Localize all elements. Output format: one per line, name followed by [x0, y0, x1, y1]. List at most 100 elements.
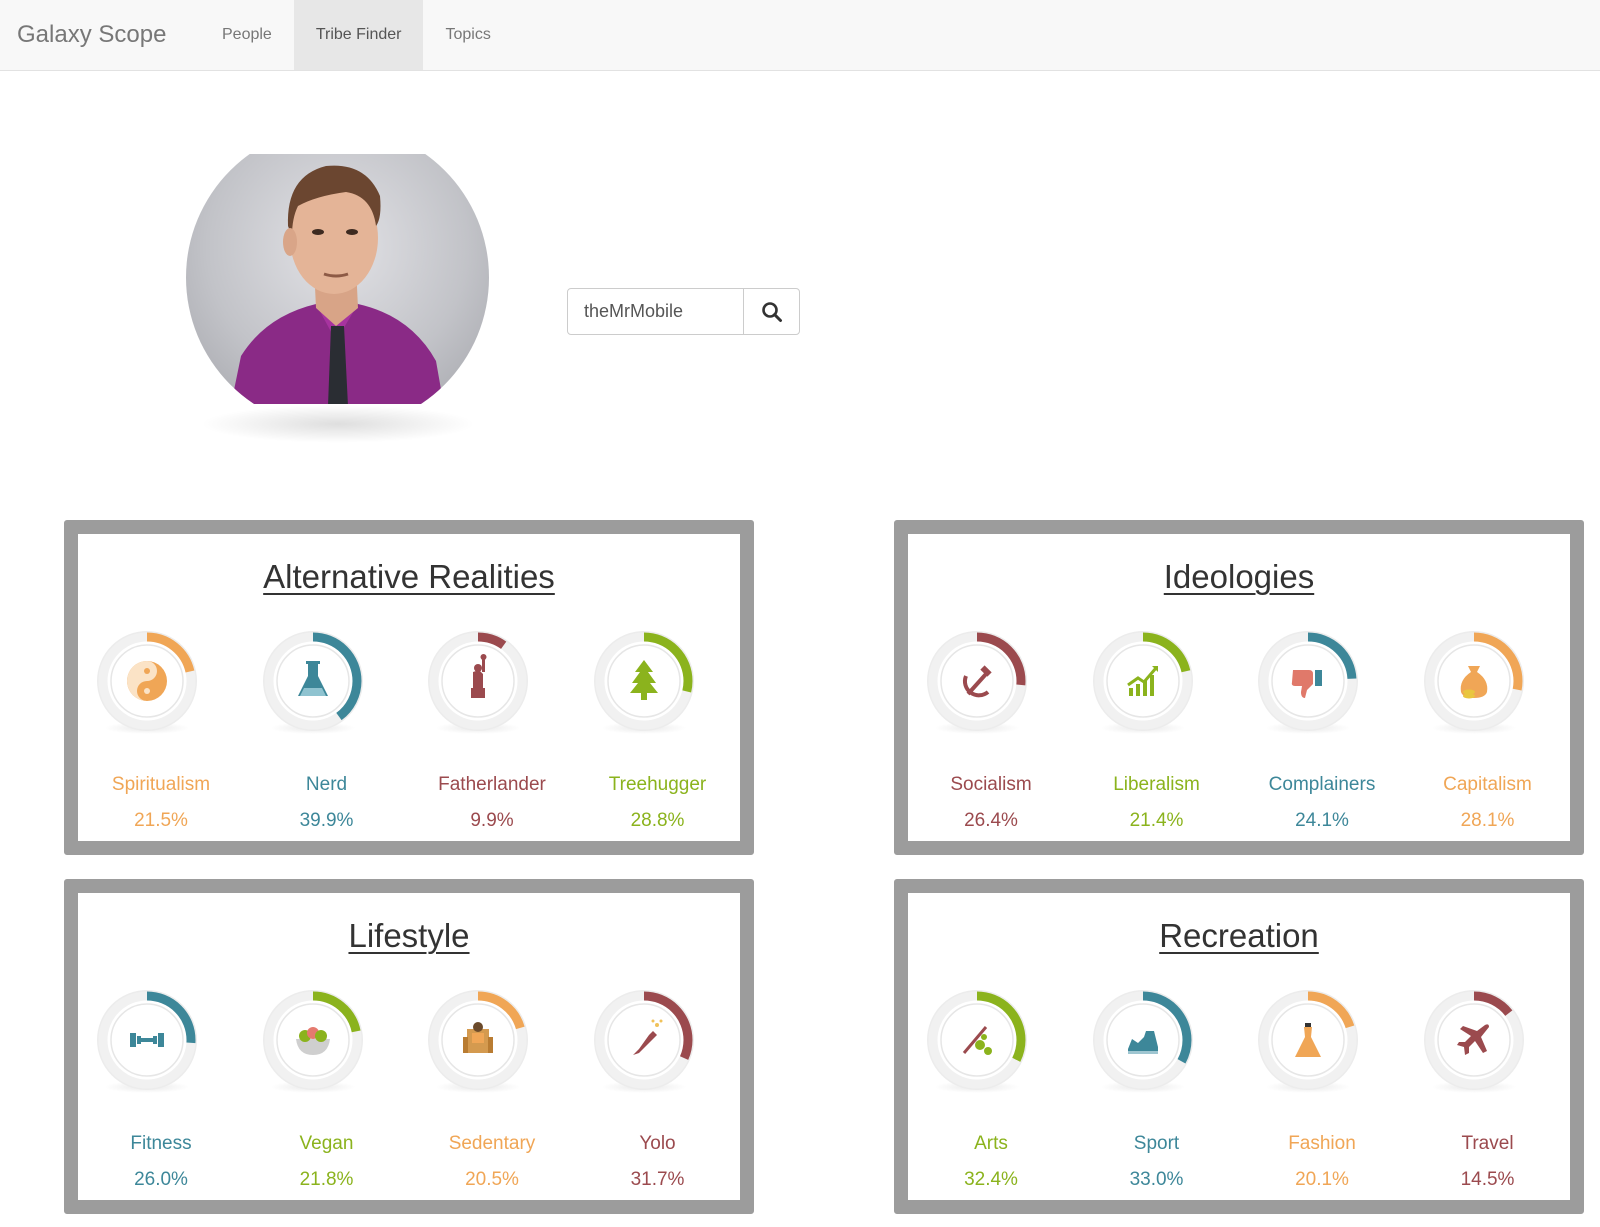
tribe-ring [1257, 989, 1359, 1093]
percent-ring [1258, 990, 1358, 1090]
panel-title: Lifestyle [348, 917, 470, 954]
tribe-name: Liberalism [1113, 774, 1200, 795]
tribe-percent: 20.5% [465, 1169, 519, 1190]
panel-ideologies: Ideologies Socialism 26.4% Liberalism 21… [894, 520, 1584, 855]
tribe-ring [593, 630, 695, 734]
ring-inner [940, 1003, 1014, 1077]
tribe-name: Fitness [130, 1133, 192, 1154]
nav-item-people[interactable]: People [200, 0, 294, 70]
tribe-percent: 31.7% [630, 1169, 685, 1190]
tribe-fitness[interactable]: Fitness 26.0% [78, 989, 244, 1190]
panel-recreation: Recreation Arts 32.4% Sport 33.0% Fashio… [894, 879, 1584, 1214]
profile-photo-illustration [231, 165, 444, 404]
top-navbar: Galaxy Scope People Tribe Finder Topics [0, 0, 1600, 71]
percent-ring [1092, 990, 1193, 1090]
tribe-ring [593, 989, 695, 1093]
percent-ring [97, 631, 197, 731]
tribe-liberalism[interactable]: Liberalism 21.4% [1074, 630, 1240, 831]
tribe-fatherlander[interactable]: Fatherlander 9.9% [409, 630, 575, 831]
tribe-name: Socialism [950, 774, 1032, 795]
percent-ring [428, 631, 528, 731]
profile-avatar [186, 154, 489, 404]
tribe-sedentary[interactable]: Sedentary 20.5% [409, 989, 575, 1190]
tribe-name: Treehugger [608, 774, 707, 795]
tribe-capitalism[interactable]: Capitalism 28.1% [1405, 630, 1571, 831]
tribe-name: Fashion [1288, 1133, 1356, 1154]
nav-item-tribe-finder[interactable]: Tribe Finder [293, 0, 424, 70]
tribe-ring [926, 989, 1028, 1093]
panel-title: Ideologies [1163, 558, 1315, 595]
tribe-name: Arts [974, 1133, 1008, 1154]
tribe-yolo[interactable]: Yolo 31.7% [575, 989, 741, 1190]
tribe-fashion[interactable]: Fashion 20.1% [1239, 989, 1405, 1190]
tribe-list: Socialism 26.4% Liberalism 21.4% Complai… [908, 630, 1571, 831]
ring-inner [606, 1003, 681, 1077]
tribe-name: Capitalism [1443, 774, 1532, 795]
percent-ring [1423, 631, 1524, 731]
percent-ring [593, 631, 694, 731]
tribe-percent: 24.1% [1295, 810, 1349, 831]
tribe-percent: 21.4% [1129, 810, 1184, 831]
tribe-name: Spiritualism [111, 774, 211, 795]
tribe-name: Sedentary [448, 1133, 536, 1154]
tribe-ring [1092, 630, 1194, 734]
tribe-ring [262, 989, 364, 1093]
nav-item-topics[interactable]: Topics [423, 0, 512, 70]
tribe-percent: 26.4% [964, 810, 1018, 831]
tribe-percent: 21.5% [134, 810, 188, 831]
percent-ring [262, 631, 363, 731]
percent-ring [97, 990, 197, 1090]
tribe-arts[interactable]: Arts 32.4% [908, 989, 1074, 1190]
panel-title: Alternative Realities [263, 558, 555, 595]
search-bar [567, 288, 800, 335]
tribe-list: Fitness 26.0% Vegan 21.8% Sedentary 20.5… [78, 989, 741, 1190]
tribe-treehugger[interactable]: Treehugger 28.8% [575, 630, 741, 831]
tribe-list: Arts 32.4% Sport 33.0% Fashion 20.1% Tra… [908, 989, 1571, 1190]
panel-lifestyle: Lifestyle Fitness 26.0% Vegan 21.8% Sede… [64, 879, 754, 1214]
tribe-percent: 9.9% [470, 810, 514, 831]
tribe-name: Vegan [299, 1133, 354, 1154]
tribe-name: Travel [1461, 1133, 1514, 1154]
tribe-spiritualism[interactable]: Spiritualism 21.5% [78, 630, 244, 831]
tribe-ring [926, 630, 1028, 734]
search-icon [761, 301, 782, 322]
ring-inner [940, 644, 1014, 718]
tribe-vegan[interactable]: Vegan 21.8% [244, 989, 410, 1190]
tribe-socialism[interactable]: Socialism 26.4% [908, 630, 1074, 831]
tribe-ring [1257, 630, 1359, 734]
percent-ring [1423, 990, 1524, 1090]
tribe-percent: 14.5% [1460, 1169, 1515, 1190]
panel-title: Recreation [1159, 917, 1319, 954]
percent-ring [262, 990, 363, 1090]
tribe-nerd[interactable]: Nerd 39.9% [244, 630, 410, 831]
tribe-ring [262, 630, 364, 734]
tribe-name: Nerd [305, 774, 348, 795]
tribe-percent: 26.0% [134, 1169, 188, 1190]
tribe-travel[interactable]: Travel 14.5% [1405, 989, 1571, 1190]
search-input[interactable] [568, 289, 744, 334]
tribe-percent: 32.4% [964, 1169, 1018, 1190]
search-button[interactable] [744, 289, 799, 334]
tribe-ring [1423, 630, 1525, 734]
tribe-percent: 28.1% [1460, 810, 1515, 831]
percent-ring [593, 990, 694, 1090]
percent-ring [927, 631, 1027, 731]
tribe-name: Yolo [639, 1133, 676, 1154]
tribe-sport[interactable]: Sport 33.0% [1074, 989, 1240, 1190]
tribe-percent: 28.8% [630, 810, 685, 831]
percent-ring [1092, 631, 1193, 731]
percent-ring [927, 990, 1027, 1090]
tribe-percent: 20.1% [1295, 1169, 1349, 1190]
percent-ring [1258, 631, 1358, 731]
avatar-shadow [200, 405, 476, 443]
tribe-name: Complainers [1268, 774, 1376, 795]
tribe-ring [1092, 989, 1194, 1093]
tribe-percent: 33.0% [1129, 1169, 1184, 1190]
tribe-percent: 21.8% [299, 1169, 354, 1190]
percent-ring [428, 990, 528, 1090]
tribe-list: Spiritualism 21.5% Nerd 39.9% Fatherland… [78, 630, 741, 831]
tribe-complainers[interactable]: Complainers 24.1% [1239, 630, 1405, 831]
tribe-ring [427, 630, 529, 734]
brand-logo[interactable]: Galaxy Scope [0, 0, 200, 70]
tribe-ring [427, 989, 529, 1093]
